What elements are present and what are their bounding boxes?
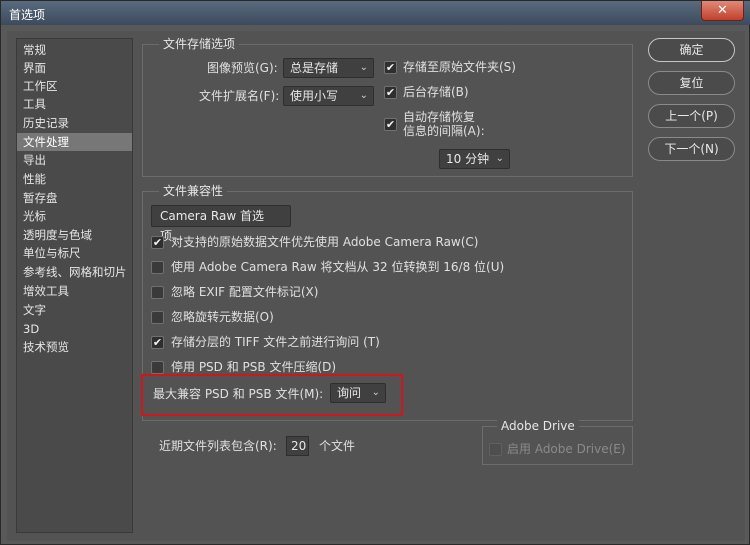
- file-extension-label: 文件扩展名(F):: [199, 89, 280, 103]
- ignore-exif-label: 忽略 EXIF 配置文件标记(X): [171, 285, 319, 299]
- recent-files-suffix: 个文件: [319, 439, 356, 453]
- sidebar-item-tools[interactable]: 工具: [17, 95, 132, 113]
- sidebar-item-performance[interactable]: 性能: [17, 170, 132, 188]
- convert-32bit-checkbox[interactable]: [151, 261, 164, 274]
- prefer-camera-raw-checkbox[interactable]: ✔: [151, 236, 164, 249]
- sidebar-item-general[interactable]: 常规: [17, 41, 132, 59]
- sidebar-item-guides-grid[interactable]: 参考线、网格和切片: [17, 263, 132, 281]
- file-compatibility-title: 文件兼容性: [159, 184, 228, 198]
- chevron-down-icon: ⌄: [495, 153, 504, 164]
- adobe-drive-title: Adobe Drive: [497, 419, 579, 433]
- highlight-box: [141, 374, 403, 416]
- sidebar-item-interface[interactable]: 界面: [17, 59, 132, 77]
- file-saving-title: 文件存储选项: [159, 37, 240, 51]
- recent-files-count-input[interactable]: 20: [286, 436, 309, 456]
- dialog-title: 首选项: [9, 8, 46, 22]
- background-save-checkbox[interactable]: ✔: [384, 86, 397, 99]
- title-bar: 首选项 ✕: [1, 1, 750, 25]
- file-extension-select[interactable]: 使用小写 ⌄: [283, 86, 374, 106]
- sidebar-item-workspace[interactable]: 工作区: [17, 77, 132, 95]
- sidebar-item-cursors[interactable]: 光标: [17, 207, 132, 225]
- category-list: 常规 界面 工作区 工具 历史记录 文件处理 导出 性能 暂存盘 光标 透明度与…: [16, 38, 133, 533]
- camera-raw-prefs-button[interactable]: Camera Raw 首选项...: [151, 205, 291, 243]
- recent-files-label: 近期文件列表包含(R):: [159, 439, 277, 453]
- save-to-original-label: 存储至原始文件夹(S): [403, 60, 516, 74]
- convert-32bit-label: 使用 Adobe Camera Raw 将文档从 32 位转换到 16/8 位(…: [171, 260, 505, 274]
- enable-adobe-drive-label: 启用 Adobe Drive(E): [507, 442, 626, 456]
- sidebar-item-transparency[interactable]: 透明度与色域: [17, 226, 132, 244]
- ignore-exif-checkbox[interactable]: [151, 286, 164, 299]
- prefer-camera-raw-label: 对支持的原始数据文件优先使用 Adobe Camera Raw(C): [171, 235, 479, 249]
- sidebar-item-3d[interactable]: 3D: [17, 320, 132, 338]
- file-extension-value: 使用小写: [290, 89, 339, 103]
- close-button[interactable]: ✕: [701, 1, 744, 21]
- ignore-rotation-checkbox[interactable]: [151, 311, 164, 324]
- autosave-checkbox[interactable]: ✔: [384, 118, 397, 131]
- disable-compression-checkbox[interactable]: [151, 361, 164, 374]
- ok-button[interactable]: 确定: [648, 38, 735, 62]
- preferences-dialog: 首选项 ✕ 常规 界面 工作区 工具 历史记录 文件处理 导出 性能 暂存盘 光…: [0, 0, 750, 545]
- sidebar-item-units-rulers[interactable]: 单位与标尺: [17, 244, 132, 262]
- sidebar-item-plugins[interactable]: 增效工具: [17, 282, 132, 300]
- autosave-interval-value: 10 分钟: [446, 152, 490, 166]
- sidebar-item-history[interactable]: 历史记录: [17, 114, 132, 132]
- save-to-original-checkbox[interactable]: ✔: [384, 61, 397, 74]
- ask-tiff-layers-checkbox[interactable]: ✔: [151, 336, 164, 349]
- next-button[interactable]: 下一个(N): [648, 137, 735, 161]
- previous-button[interactable]: 上一个(P): [648, 104, 735, 128]
- sidebar-item-file-handling[interactable]: 文件处理: [17, 133, 132, 151]
- sidebar-item-export[interactable]: 导出: [17, 151, 132, 169]
- chevron-down-icon: ⌄: [359, 90, 368, 101]
- sidebar-item-type[interactable]: 文字: [17, 301, 132, 319]
- ignore-rotation-label: 忽略旋转元数据(O): [171, 310, 274, 324]
- image-preview-value: 总是存储: [290, 61, 339, 75]
- sidebar-item-scratch-disks[interactable]: 暂存盘: [17, 189, 132, 207]
- autosave-label-line2: 信息的间隔(A):: [403, 124, 485, 138]
- background-save-label: 后台存储(B): [403, 85, 469, 99]
- image-preview-label: 图像预览(G):: [207, 61, 278, 75]
- autosave-interval-select[interactable]: 10 分钟 ⌄: [439, 149, 510, 169]
- enable-adobe-drive-checkbox: [489, 443, 502, 456]
- reset-button[interactable]: 复位: [648, 71, 735, 95]
- ask-tiff-layers-label: 存储分层的 TIFF 文件之前进行询问 (T): [171, 335, 380, 349]
- disable-compression-label: 停用 PSD 和 PSB 文件压缩(D): [171, 360, 337, 374]
- chevron-down-icon: ⌄: [359, 62, 368, 73]
- sidebar-item-tech-preview[interactable]: 技术预览: [17, 338, 132, 356]
- image-preview-select[interactable]: 总是存储 ⌄: [283, 58, 374, 78]
